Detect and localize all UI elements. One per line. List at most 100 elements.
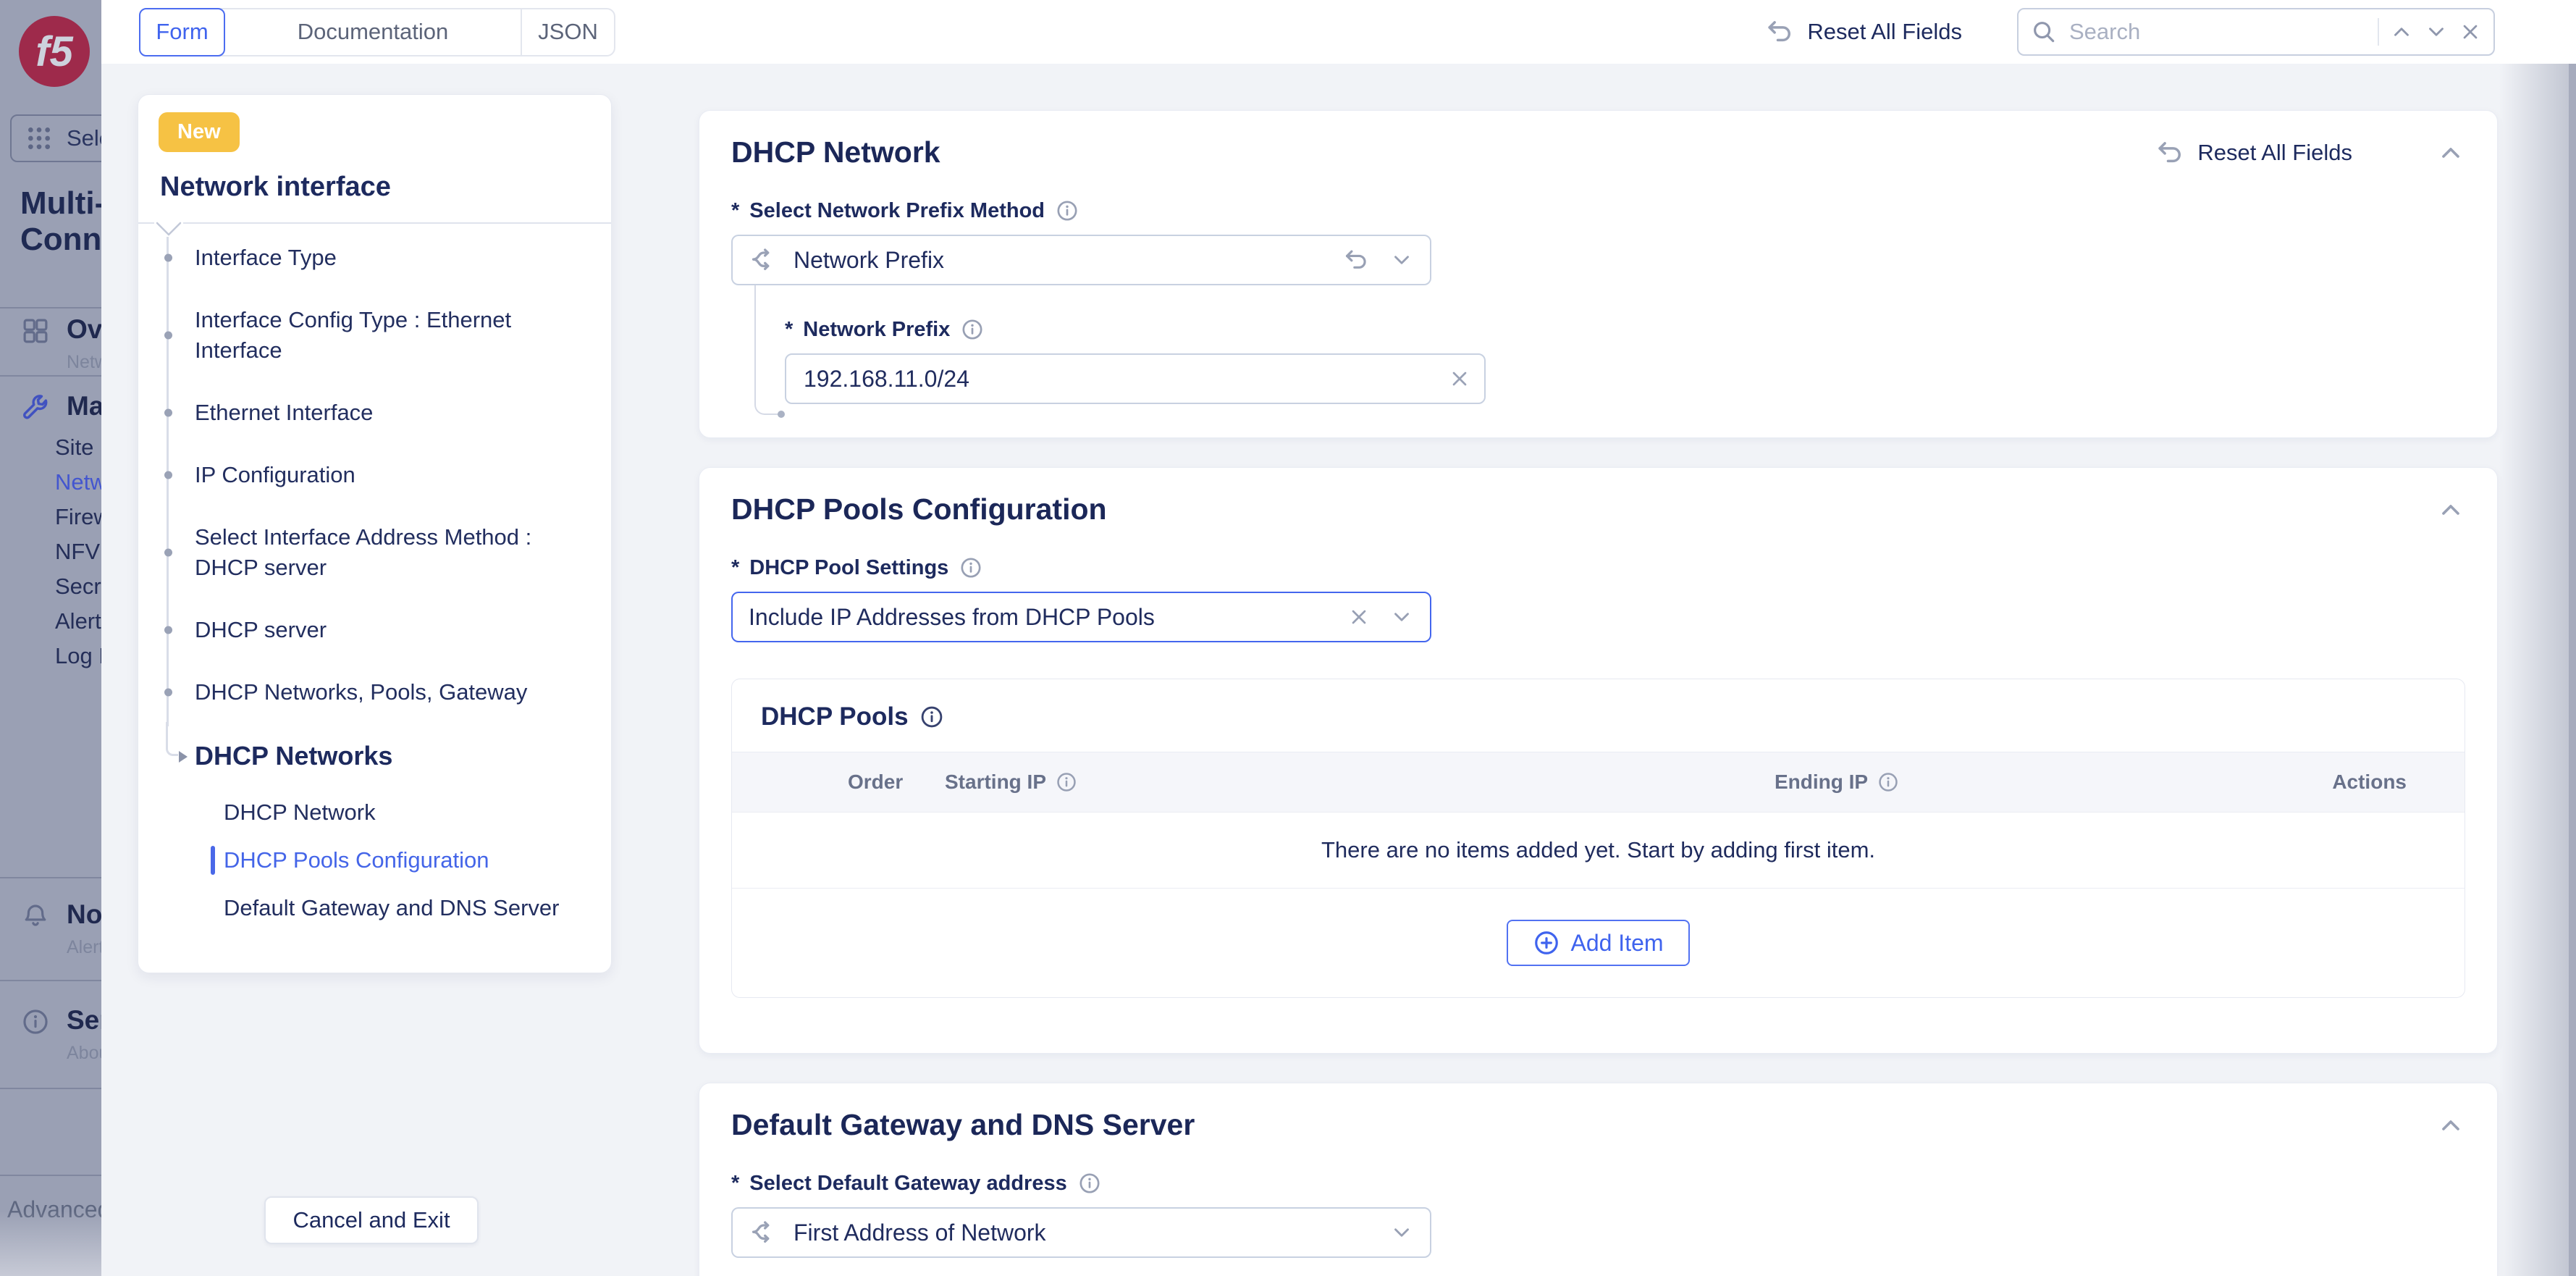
sidebar-divider (0, 1175, 101, 1176)
search-separator (2378, 18, 2379, 46)
search-clear-icon[interactable] (2459, 20, 2482, 43)
connector-line (754, 285, 782, 415)
bell-icon (20, 901, 51, 931)
sidebar-item-logs[interactable]: Log N (55, 643, 101, 669)
step-interface-config-type[interactable]: Interface Config Type : Ethernet Interfa… (195, 305, 594, 366)
select-service-button[interactable]: Sele (10, 114, 101, 162)
dhcp-pools-title: DHCP Pools Configuration (731, 492, 1107, 526)
network-prefix-label: * Network Prefix (785, 317, 2465, 342)
chevron-down-icon[interactable] (1389, 1220, 1414, 1245)
shuffle-icon (749, 1218, 778, 1247)
step-address-method[interactable]: Select Interface Address Method : DHCP s… (195, 522, 594, 583)
pool-settings-value: Include IP Addresses from DHCP Pools (749, 604, 1155, 631)
form-main: DHCP Network Reset All Fields (699, 64, 2498, 1276)
default-gateway-title: Default Gateway and DNS Server (731, 1108, 1195, 1142)
cancel-and-exit-button[interactable]: Cancel and Exit (264, 1196, 479, 1244)
collapse-section-icon[interactable] (2436, 495, 2465, 524)
sidebar-item-advanced[interactable]: Advanced (7, 1196, 101, 1223)
dashboard-grid-icon (20, 316, 51, 346)
clear-field-icon[interactable] (1347, 605, 1371, 629)
sidebar-item-sites[interactable]: Site M (55, 435, 101, 461)
collapse-section-icon[interactable] (2436, 1111, 2465, 1140)
dhcp-pools-table-title: DHCP Pools (732, 679, 2465, 752)
table-empty-message: There are no items added yet. Start by a… (732, 813, 2465, 889)
step-dhcp-networks-pools-gateway[interactable]: DHCP Networks, Pools, Gateway (195, 677, 594, 708)
info-icon[interactable] (1055, 771, 1078, 794)
step-group-dhcp-networks[interactable]: DHCP Networks (195, 739, 594, 773)
search-icon (2030, 18, 2058, 46)
info-icon[interactable] (960, 317, 985, 342)
gateway-address-value: First Address of Network (794, 1220, 1046, 1246)
step-ethernet-interface[interactable]: Ethernet Interface (195, 398, 594, 428)
sidebar-item-firewall[interactable]: Firew (55, 504, 101, 530)
overlay-topbar: Form Documentation JSON Reset All Fields (101, 0, 2576, 64)
step-interface-type[interactable]: Interface Type (195, 243, 594, 273)
gateway-address-select[interactable]: First Address of Network (731, 1207, 1431, 1258)
f5-logo-text: f5 (35, 28, 73, 76)
info-icon[interactable] (959, 555, 983, 580)
info-circle-icon (20, 1007, 51, 1037)
substep-dhcp-network[interactable]: DHCP Network (224, 797, 594, 828)
tab-form[interactable]: Form (139, 8, 225, 56)
dhcp-pools-card: DHCP Pools Configuration * DHCP Pool Set… (699, 467, 2498, 1054)
sidebar-item-service[interactable]: Serv About (20, 1005, 101, 1064)
sidebar-item-notifications[interactable]: Noti Alerts (20, 899, 101, 958)
screen: f5 Sele Multi-C Connec Over Netwo (0, 0, 2576, 1276)
reset-field-icon[interactable] (1343, 246, 1371, 274)
tab-documentation[interactable]: Documentation (225, 9, 521, 55)
search-input[interactable] (2068, 18, 2367, 46)
gateway-address-label: * Select Default Gateway address (731, 1171, 2465, 1196)
dhcp-network-title: DHCP Network (731, 135, 940, 169)
step-dhcp-server[interactable]: DHCP server (195, 615, 594, 645)
collapse-section-icon[interactable] (2436, 138, 2465, 167)
nested-network-prefix: * Network Prefix (785, 317, 2465, 404)
workspace-title: Multi-C Connec (20, 185, 101, 258)
card-reset-all-fields-button[interactable]: Reset All Fields (2155, 138, 2352, 168)
wrench-icon (20, 393, 51, 423)
column-ending-ip: Ending IP (1775, 771, 2327, 794)
network-prefix-input[interactable] (785, 353, 1486, 404)
info-icon[interactable] (1877, 771, 1900, 794)
shuffle-icon (749, 245, 778, 274)
sidebar-item-secrets[interactable]: Secre (55, 574, 101, 600)
page-scroll-edge[interactable] (2569, 64, 2576, 1276)
add-item-button[interactable]: Add Item (1507, 920, 1689, 966)
undo-icon (1765, 17, 1796, 47)
dhcp-network-card: DHCP Network Reset All Fields (699, 110, 2498, 438)
prefix-method-label: * Select Network Prefix Method (731, 198, 2465, 223)
step-ip-configuration[interactable]: IP Configuration (195, 460, 594, 490)
column-order: Order (848, 771, 945, 794)
select-service-label: Sele (67, 125, 101, 151)
info-icon[interactable] (1055, 198, 1079, 223)
stepper-line (167, 237, 169, 726)
default-gateway-card: Default Gateway and DNS Server * Select … (699, 1083, 2498, 1276)
sidebar-divider (0, 980, 101, 981)
new-badge: New (159, 112, 240, 152)
table-header-row: Order Starting IP Ending IP (732, 752, 2465, 813)
sidebar-divider (0, 375, 101, 377)
wizard-title: Network interface (160, 172, 391, 203)
pool-settings-select[interactable]: Include IP Addresses from DHCP Pools (731, 592, 1431, 642)
right-edge-fade (2499, 64, 2569, 1276)
reset-all-fields-button[interactable]: Reset All Fields (1765, 17, 1962, 47)
sidebar-item-nfv[interactable]: NFV (55, 539, 100, 565)
chevron-down-icon[interactable] (1389, 605, 1414, 629)
sidebar-item-alerts[interactable]: Alert (55, 608, 101, 634)
wizard-steps: Interface Type Interface Config Type : E… (138, 222, 611, 973)
sidebar-item-overview[interactable]: Over Netwo (20, 314, 101, 373)
prefix-method-select[interactable]: Network Prefix (731, 235, 1431, 285)
dhcp-pools-table: DHCP Pools Order Starting IP (731, 679, 2465, 998)
info-icon[interactable] (1077, 1171, 1102, 1196)
substep-default-gateway-dns[interactable]: Default Gateway and DNS Server (224, 893, 594, 923)
search-next-icon[interactable] (2424, 20, 2449, 44)
chevron-down-icon[interactable] (1389, 248, 1414, 272)
substep-dhcp-pools-configuration[interactable]: DHCP Pools Configuration (224, 845, 594, 876)
sidebar-item-network[interactable]: Netw (55, 469, 101, 495)
info-icon[interactable] (919, 704, 945, 730)
column-actions: Actions (2327, 771, 2407, 794)
sidebar-item-manage[interactable]: Man (20, 391, 101, 423)
tab-json[interactable]: JSON (521, 9, 614, 55)
f5-logo[interactable]: f5 (19, 16, 90, 87)
search-prev-icon[interactable] (2389, 20, 2414, 44)
clear-field-icon[interactable] (1448, 367, 1471, 390)
